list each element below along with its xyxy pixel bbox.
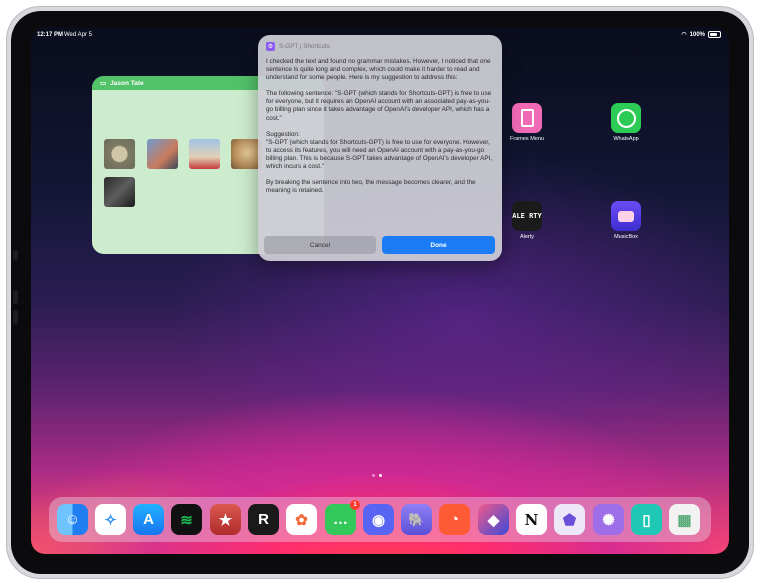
dock: ☺ ✧ A ≋ ★ R ✿ … 1 ◉ 🐘 ◔ ◆ N ⬟ ✺ ▯ ▦ <box>49 497 711 542</box>
dialog-paragraph: By breaking the sentence into two, the m… <box>266 179 476 195</box>
inbox-icon: ▭ <box>100 80 107 87</box>
alerty-glyph: ALE RTY <box>512 211 542 220</box>
brain-app-glyph: ✺ <box>602 511 615 529</box>
frames-icon[interactable]: ▯ <box>631 504 662 535</box>
app-library-icon[interactable]: ▦ <box>669 504 700 535</box>
widget-title: Jason Tate <box>110 79 144 87</box>
frames-glyph: ▯ <box>642 511 651 529</box>
timer-glyph: ◔ <box>449 511 460 528</box>
alerty-icon: ALE RTY <box>512 201 542 231</box>
notion-icon[interactable]: N <box>516 504 547 535</box>
safari-glyph: ✧ <box>104 511 117 529</box>
timer-icon[interactable]: ◔ <box>439 504 470 535</box>
album-cover[interactable] <box>147 139 178 169</box>
app-label: MusicBox <box>614 234 638 240</box>
album-cover[interactable] <box>104 177 135 207</box>
app-label: WhatsApp <box>613 136 639 142</box>
safari-icon[interactable]: ✧ <box>95 504 126 535</box>
discord-glyph: ◉ <box>371 511 386 529</box>
photos-glyph: ✿ <box>295 511 308 529</box>
finder-icon[interactable]: ☺ <box>57 504 88 535</box>
notion-glyph: N <box>524 510 539 529</box>
discord-icon[interactable]: ◉ <box>363 504 394 535</box>
reeder-icon[interactable]: R <box>248 504 279 535</box>
cloud-app-icon[interactable]: ★ <box>210 504 241 535</box>
frames-icon <box>512 103 542 133</box>
page-indicator[interactable] <box>372 474 382 477</box>
home-screen: 12:17 PM Wed Apr 5 ◠ 100% ▭ Jason Tate F… <box>31 27 729 554</box>
reeder-glyph: R <box>258 511 269 528</box>
obsidian-icon[interactable]: ⬟ <box>554 504 585 535</box>
side-button <box>13 310 18 324</box>
battery-percent: 100% <box>689 31 705 38</box>
spotify-glyph: ≋ <box>180 511 193 529</box>
obsidian-glyph: ⬟ <box>562 511 577 529</box>
mastodon-icon[interactable]: 🐘 <box>401 504 432 535</box>
spotify-icon[interactable]: ≋ <box>171 504 202 535</box>
page-dot-active <box>379 474 382 477</box>
dialog-app-name: S-GPT | Shortcuts <box>279 43 330 50</box>
battery-icon <box>708 31 721 38</box>
musicbox-icon <box>611 201 641 231</box>
shortcuts-icon[interactable]: ◆ <box>478 504 509 535</box>
brain-app-icon[interactable]: ✺ <box>593 504 624 535</box>
app-label: Alerty <box>519 234 535 240</box>
notification-badge: 1 <box>350 500 360 510</box>
app-library-glyph: ▦ <box>677 511 692 529</box>
whatsapp-icon <box>611 103 641 133</box>
page-dot <box>372 474 375 477</box>
album-cover[interactable] <box>189 139 220 169</box>
messages-glyph: … <box>333 511 348 528</box>
photos-icon[interactable]: ✿ <box>286 504 317 535</box>
s-gpt-icon: ⚙ <box>266 42 275 51</box>
app-alerty[interactable]: ALE RTY Alerty <box>507 201 547 240</box>
app-store-icon[interactable]: A <box>133 504 164 535</box>
dialog-paragraph: Suggestion: "S-GPT (which stands for Sho… <box>266 130 493 171</box>
app-frames-menu[interactable]: Frames Menu <box>507 103 547 142</box>
side-button <box>13 290 18 304</box>
status-time: 12:17 PM <box>37 32 64 38</box>
mastodon-glyph: 🐘 <box>408 511 425 527</box>
finder-glyph: ☺ <box>64 511 81 528</box>
cancel-button[interactable]: Cancel <box>264 236 376 254</box>
dialog-message: I checked the text and found no grammar … <box>266 58 496 203</box>
status-date: Wed Apr 5 <box>64 32 92 38</box>
app-musicbox[interactable]: MusicBox <box>606 201 646 240</box>
cloud-app-glyph: ★ <box>218 511 233 529</box>
dialog-paragraph: The following sentence: "S-GPT (which st… <box>266 90 492 122</box>
dialog-paragraph: I checked the text and found no grammar … <box>266 58 491 82</box>
done-button[interactable]: Done <box>382 236 495 254</box>
messages-icon[interactable]: … 1 <box>325 500 360 535</box>
app-whatsapp[interactable]: WhatsApp <box>606 103 646 142</box>
shortcut-result-dialog: ⚙ S-GPT | Shortcuts I checked the text a… <box>258 35 502 261</box>
camera-indicator <box>13 250 18 260</box>
app-store-glyph: A <box>143 511 154 528</box>
dialog-header: ⚙ S-GPT | Shortcuts <box>266 42 330 51</box>
status-indicators: ◠ 100% <box>681 31 721 38</box>
wifi-icon: ◠ <box>681 32 687 38</box>
album-cover[interactable] <box>104 139 135 169</box>
shortcuts-glyph: ◆ <box>487 511 500 529</box>
app-label: Frames Menu <box>510 136 544 142</box>
